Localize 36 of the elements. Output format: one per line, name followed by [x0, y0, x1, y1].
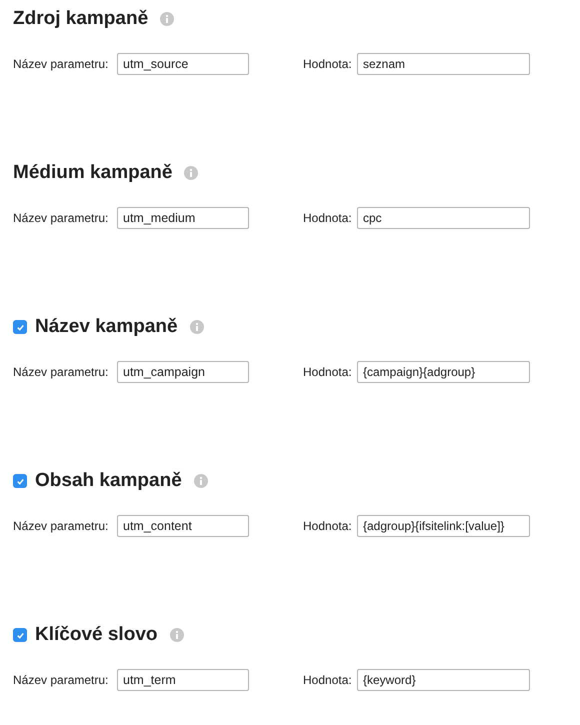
- checkbox[interactable]: [13, 320, 27, 334]
- section-title: Zdroj kampaně: [13, 6, 148, 31]
- check-icon: [16, 322, 24, 332]
- section-title: Název kampaně: [35, 314, 178, 339]
- field-label: Název parametru:: [13, 518, 110, 535]
- checkbox[interactable]: [13, 474, 27, 488]
- field-label: Název parametru:: [13, 672, 110, 689]
- info-icon[interactable]: [194, 474, 208, 488]
- info-icon[interactable]: [170, 628, 184, 642]
- field-label: Hodnota:: [303, 56, 353, 73]
- section-title: Klíčové slovo: [35, 622, 158, 647]
- input-field[interactable]: cpc: [357, 207, 530, 229]
- input-field[interactable]: utm_medium: [117, 207, 249, 229]
- field-label: Hodnota:: [303, 518, 353, 535]
- input-field[interactable]: {adgroup}{ifsitelink:[value]}: [357, 515, 530, 537]
- field-label: Hodnota:: [303, 672, 353, 689]
- input-field[interactable]: utm_campaign: [117, 361, 249, 383]
- section-title: Obsah kampaně: [35, 468, 182, 493]
- section-title: Médium kampaně: [13, 160, 172, 185]
- input-field[interactable]: utm_term: [117, 669, 249, 691]
- field-label: Název parametru:: [13, 364, 110, 381]
- input-field[interactable]: {campaign}{adgroup}: [357, 361, 530, 383]
- info-icon[interactable]: [160, 12, 174, 26]
- check-icon: [16, 630, 24, 640]
- input-field[interactable]: utm_source: [117, 53, 249, 75]
- info-icon[interactable]: [184, 166, 198, 180]
- field-label: Hodnota:: [303, 210, 353, 227]
- field-label: Hodnota:: [303, 364, 353, 381]
- input-field[interactable]: seznam: [357, 53, 530, 75]
- input-field[interactable]: {keyword}: [357, 669, 530, 691]
- field-label: Název parametru:: [13, 210, 110, 227]
- info-icon[interactable]: [190, 320, 204, 334]
- field-label: Název parametru:: [13, 56, 110, 73]
- input-field[interactable]: utm_content: [117, 515, 249, 537]
- check-icon: [16, 476, 24, 486]
- checkbox[interactable]: [13, 628, 27, 642]
